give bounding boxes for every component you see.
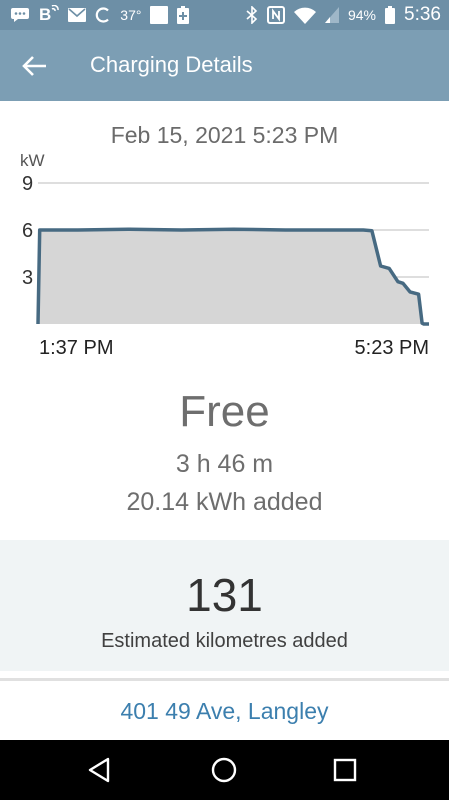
wifi-icon (293, 7, 316, 24)
battery-percent: 94% (347, 7, 377, 23)
signal-icon (324, 7, 339, 23)
x-tick-label-start: 1:37 PM (39, 337, 113, 359)
power-area (38, 229, 429, 324)
status-bar-notifications: B 37° (10, 0, 190, 30)
bluetooth-badge-icon: B (39, 5, 60, 25)
location-link[interactable]: 401 49 Ave, Langley (0, 698, 449, 725)
chat-icon (11, 8, 29, 22)
estimate-panel: 131 Estimated kilometres added (0, 540, 449, 671)
session-duration: 3 h 46 m (175, 450, 274, 478)
back-triangle-icon (88, 757, 110, 783)
y-tick-label-3: 3 (22, 267, 33, 289)
power-chart: 3 6 9 kW 1:37 PM 5:23 PM (20, 151, 429, 359)
divider (0, 678, 449, 681)
x-tick-label-end: 5:23 PM (355, 337, 429, 359)
estimated-km-value: 131 (186, 569, 263, 621)
home-circle-icon (211, 757, 237, 783)
app-bar: Charging Details (0, 30, 449, 101)
session-energy: 20.14 kWh added (126, 488, 323, 516)
recents-square-icon (333, 758, 357, 782)
nav-recents-button[interactable] (329, 754, 361, 786)
blank-notification-icon (150, 6, 169, 24)
y-axis-label: kW (20, 151, 45, 170)
y-tick-label-9: 9 (22, 173, 33, 195)
battery-saver-icon (177, 6, 190, 24)
nav-back-button[interactable] (84, 754, 116, 786)
session-cost: Free (179, 387, 270, 436)
arrow-left-icon (22, 56, 46, 76)
status-bar-system: 94% 5:36 (246, 0, 441, 30)
navigation-bar (0, 740, 449, 800)
nav-home-button[interactable] (208, 754, 240, 786)
nfc-icon (266, 6, 285, 24)
bluetooth-icon (246, 6, 258, 24)
status-time: 5:36 (404, 4, 441, 25)
estimated-km-label: Estimated kilometres added (101, 630, 348, 652)
status-bar: B 37° 94% 5:36 (0, 0, 449, 30)
battery-icon (385, 6, 396, 24)
mail-icon (68, 8, 87, 22)
sync-icon (96, 7, 110, 23)
temperature-icon: 37° (120, 7, 142, 23)
page-title: Charging Details (90, 52, 253, 77)
bluetooth-badge-letter: B (39, 5, 52, 24)
y-tick-label-6: 6 (22, 220, 33, 242)
back-button[interactable] (18, 50, 52, 82)
